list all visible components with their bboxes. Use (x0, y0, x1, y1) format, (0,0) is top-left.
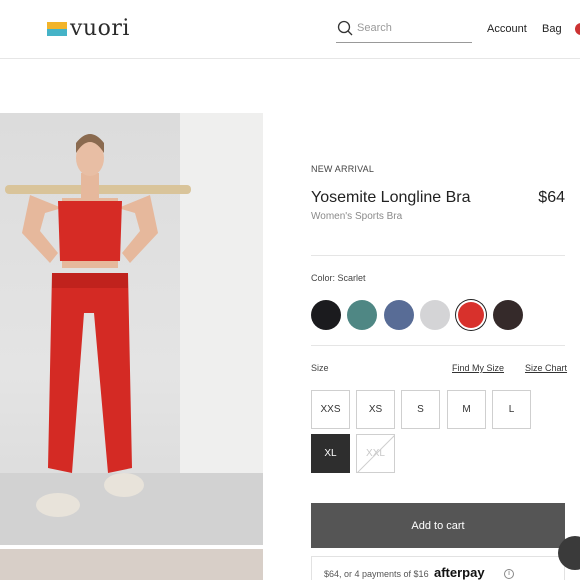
bag-link[interactable]: Bag (542, 23, 562, 35)
logo-text: vuori (70, 16, 130, 41)
product-subtitle: Women's Sports Bra (311, 211, 403, 222)
color-label: Color: Scarlet (311, 273, 366, 283)
product-main-image[interactable] (0, 113, 263, 545)
swatch-teal[interactable] (347, 300, 377, 330)
divider (311, 345, 565, 346)
site-header: vuori Account Bag (0, 0, 580, 59)
logo-mark-icon (47, 22, 67, 36)
afterpay-logo: afterpay (434, 565, 485, 580)
search-input[interactable] (357, 22, 467, 34)
size-label: Size (311, 363, 329, 373)
find-my-size-link[interactable]: Find My Size (452, 363, 504, 373)
country-flag-icon[interactable] (575, 23, 580, 35)
new-arrival-badge: NEW ARRIVAL (311, 164, 375, 174)
afterpay-text: $64, or 4 payments of $16 (324, 569, 429, 579)
swatch-scarlet[interactable] (458, 302, 484, 328)
vuori-logo[interactable]: vuori (47, 18, 130, 40)
search-bar[interactable] (336, 19, 472, 43)
product-title: Yosemite Longline Bra (311, 189, 471, 206)
size-l-button[interactable]: L (492, 390, 531, 429)
search-icon[interactable] (337, 20, 353, 36)
swatch-brown[interactable] (493, 300, 523, 330)
swatch-gray[interactable] (420, 300, 450, 330)
divider (311, 255, 565, 256)
swatch-blue[interactable] (384, 300, 414, 330)
swatch-black[interactable] (311, 300, 341, 330)
model-illustration (0, 134, 263, 545)
size-m-button[interactable]: M (447, 390, 486, 429)
add-to-cart-button[interactable]: Add to cart (311, 503, 565, 548)
size-xxl-button[interactable]: XXL (356, 434, 395, 473)
size-xxs-button[interactable]: XXS (311, 390, 350, 429)
product-price: $64 (538, 189, 565, 206)
size-xs-button[interactable]: XS (356, 390, 395, 429)
account-link[interactable]: Account (487, 23, 527, 35)
product-thumbnail-image[interactable] (0, 549, 263, 580)
size-xl-button[interactable]: XL (311, 434, 350, 473)
afterpay-banner: $64, or 4 payments of $16 afterpay i (311, 556, 565, 580)
info-icon[interactable]: i (504, 569, 514, 579)
size-chart-link[interactable]: Size Chart (525, 363, 567, 373)
size-s-button[interactable]: S (401, 390, 440, 429)
